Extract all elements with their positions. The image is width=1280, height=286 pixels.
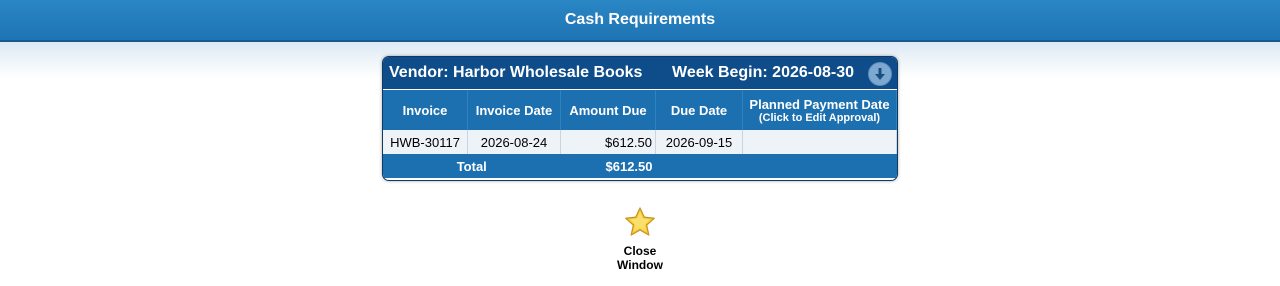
download-button[interactable] bbox=[868, 62, 892, 86]
star-icon bbox=[625, 207, 655, 236]
cash-requirements-panel: Vendor: Harbor Wholesale Books Week Begi… bbox=[382, 56, 898, 181]
planned-payment-subheader: (Click to Edit Approval) bbox=[758, 111, 881, 124]
planned-payment-header: Planned Payment Date bbox=[749, 96, 890, 112]
cell-invoice: HWB-30117 bbox=[383, 130, 468, 154]
total-row: Total $612.50 bbox=[383, 154, 897, 178]
col-amount-due: Amount Due bbox=[560, 90, 656, 130]
close-label-line2: Window bbox=[617, 258, 663, 272]
week-begin-label: Week Begin: 2026-08-30 bbox=[672, 64, 855, 81]
col-planned-payment-date[interactable]: Planned Payment Date (Click to Edit Appr… bbox=[742, 90, 897, 130]
table-header-row: Invoice Invoice Date Amount Due Due Date… bbox=[383, 90, 897, 130]
total-empty-cell bbox=[655, 154, 743, 178]
total-label: Total bbox=[383, 154, 561, 178]
table-row: HWB-30117 2026-08-24 $612.50 2026-09-15 bbox=[383, 130, 897, 154]
panel-header: Vendor: Harbor Wholesale Books Week Begi… bbox=[383, 57, 897, 89]
close-label-line1: Close bbox=[623, 244, 657, 258]
col-invoice-date: Invoice Date bbox=[467, 90, 561, 130]
cell-due-date: 2026-09-15 bbox=[655, 130, 743, 154]
close-window-button[interactable]: Close Window bbox=[605, 206, 675, 272]
cell-planned-payment-date[interactable] bbox=[742, 130, 897, 154]
col-due-date: Due Date bbox=[655, 90, 743, 130]
page-title: Cash Requirements bbox=[564, 11, 716, 28]
cell-amount-due: $612.50 bbox=[560, 130, 656, 154]
page-title-bar: Cash Requirements bbox=[0, 0, 1280, 42]
download-arrow-icon bbox=[875, 68, 885, 80]
vendor-label: Vendor: Harbor Wholesale Books bbox=[389, 64, 643, 81]
total-empty-cell bbox=[742, 154, 897, 178]
col-invoice: Invoice bbox=[383, 90, 468, 130]
total-amount: $612.50 bbox=[560, 154, 656, 178]
invoice-table: Invoice Invoice Date Amount Due Due Date… bbox=[383, 90, 897, 178]
cell-invoice-date: 2026-08-24 bbox=[467, 130, 561, 154]
